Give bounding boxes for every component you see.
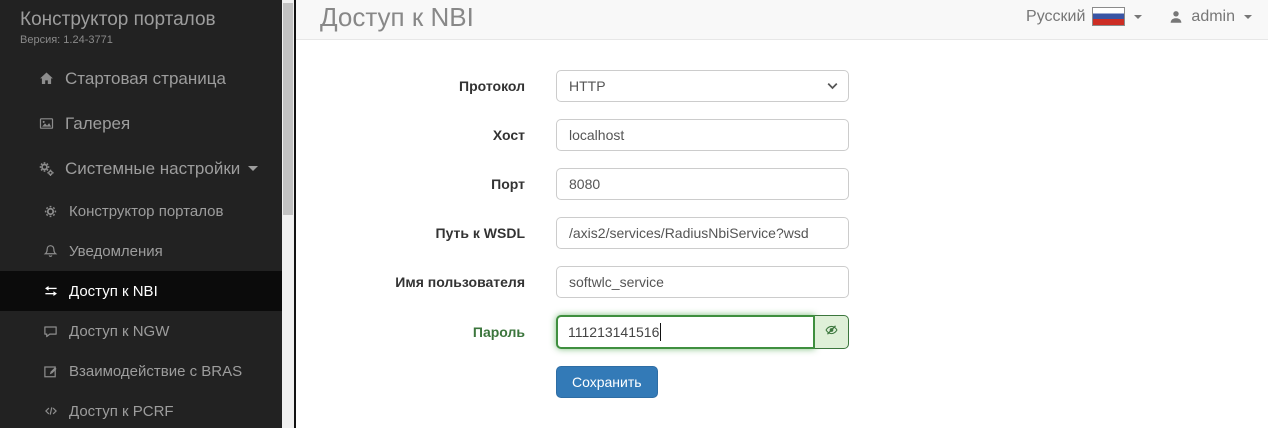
gear-icon [40,203,61,219]
brand-title: Конструктор порталов [20,9,264,31]
user-name: admin [1191,8,1235,26]
sidebar-item-gallery[interactable]: Галерея [0,101,282,146]
toggle-password-visibility-button[interactable] [815,315,849,349]
sidebar-item-label: Уведомления [69,243,163,260]
text-cursor [660,323,661,341]
protocol-select[interactable]: HTTP [556,70,849,102]
sidebar-scrollbar-thumb[interactable] [283,3,293,215]
sidebar-item-label: Системные настройки [65,159,240,179]
user-icon [1168,9,1184,25]
password-label: Пароль [296,324,525,340]
password-row: Пароль [296,315,1268,349]
sidebar-item-nbi-access[interactable]: Доступ к NBI [0,271,282,311]
port-row: Порт [296,168,1268,200]
page-title: Доступ к NBI [320,2,474,33]
save-row: Сохранить [296,366,1268,398]
brand-version: Версия: 1.24-3771 [20,34,264,46]
sidebar-item-label: Галерея [65,114,130,134]
app-window: Конструктор порталов Версия: 1.24-3771 С… [0,0,1268,428]
username-row: Имя пользователя [296,266,1268,298]
exchange-icon [40,283,61,299]
sidebar-item-label: Взаимодействие с BRAS [69,363,242,380]
language-label: Русский [1026,8,1085,26]
bell-icon [40,243,61,259]
eye-slash-icon [824,323,839,342]
edit-icon [40,363,61,379]
wsdl-row: Путь к WSDL [296,217,1268,249]
port-label: Порт [296,176,525,192]
page-header: Доступ к NBI Русский admin [296,0,1268,40]
home-icon [36,71,57,87]
wsdl-label: Путь к WSDL [296,225,525,241]
sidebar-item-system-settings[interactable]: Системные настройки [0,146,282,191]
username-input[interactable] [556,266,849,298]
header-controls: Русский admin [1026,7,1268,26]
host-row: Хост [296,119,1268,151]
chevron-down-icon [1244,15,1252,19]
comment-icon [40,323,61,339]
sidebar-item-notifications[interactable]: Уведомления [0,231,282,271]
sidebar-item-start-page[interactable]: Стартовая страница [0,56,282,101]
sidebar-item-label: Конструктор порталов [69,203,223,220]
nbi-access-form: Протокол HTTP Хост Порт [296,40,1268,398]
sidebar: Конструктор порталов Версия: 1.24-3771 С… [0,0,282,428]
language-dropdown[interactable]: Русский [1026,7,1142,26]
russia-flag-icon [1092,7,1125,26]
sidebar-item-portal-constructor[interactable]: Конструктор порталов [0,191,282,231]
main-content: Доступ к NBI Русский admin Протокол [294,0,1268,428]
save-button[interactable]: Сохранить [556,366,658,398]
gears-icon [36,161,57,177]
password-input[interactable] [556,315,815,349]
protocol-row: Протокол HTTP [296,70,1268,102]
brand: Конструктор порталов Версия: 1.24-3771 [0,0,282,52]
protocol-label: Протокол [296,78,525,94]
chevron-down-icon [248,166,258,171]
host-label: Хост [296,127,525,143]
sidebar-item-label: Доступ к NBI [69,283,158,300]
sidebar-scrollbar[interactable] [282,0,294,428]
sidebar-nav: Стартовая страница Галерея [0,56,282,428]
port-input[interactable] [556,168,849,200]
chevron-down-icon [1134,15,1142,19]
code-icon [40,403,61,419]
wsdl-path-input[interactable] [556,217,849,249]
image-icon [36,116,57,132]
sidebar-item-label: Стартовая страница [65,69,226,89]
sidebar-item-pcrf-access[interactable]: Доступ к PCRF [0,391,282,428]
host-input[interactable] [556,119,849,151]
user-dropdown[interactable]: admin [1168,8,1252,26]
username-label: Имя пользователя [296,274,525,290]
sidebar-item-ngw-access[interactable]: Доступ к NGW [0,311,282,351]
sidebar-item-label: Доступ к NGW [69,323,169,340]
sidebar-item-bras-interaction[interactable]: Взаимодействие с BRAS [0,351,282,391]
sidebar-item-label: Доступ к PCRF [69,403,174,420]
